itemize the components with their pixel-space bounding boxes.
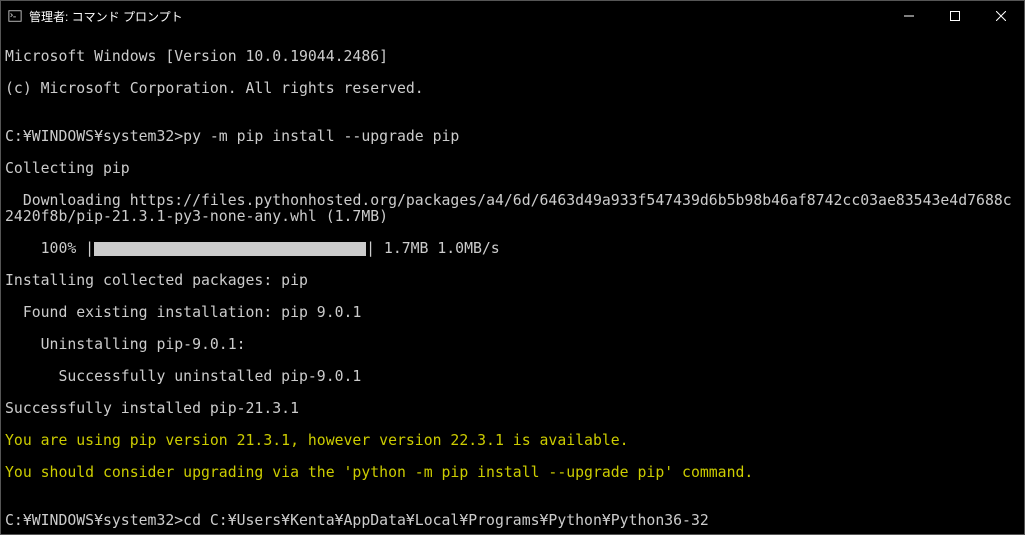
output-line: Microsoft Windows [Version 10.0.19044.24… [5, 49, 1020, 65]
output-line: Found existing installation: pip 9.0.1 [5, 305, 1020, 321]
command-prompt-window: 管理者: コマンド プロンプト Microsoft Windows [Versi… [0, 0, 1025, 535]
output-line: Installing collected packages: pip [5, 273, 1020, 289]
output-line: Successfully uninstalled pip-9.0.1 [5, 369, 1020, 385]
terminal-output[interactable]: Microsoft Windows [Version 10.0.19044.24… [1, 31, 1024, 534]
output-line: 100% || 1.7MB 1.0MB/s [5, 241, 1020, 257]
output-line: (c) Microsoft Corporation. All rights re… [5, 81, 1020, 97]
command-prompt-icon [7, 8, 23, 24]
output-line: Uninstalling pip-9.0.1: [5, 337, 1020, 353]
output-line: Collecting pip [5, 161, 1020, 177]
output-line: Downloading https://files.pythonhosted.o… [5, 193, 1020, 225]
output-line: C:¥WINDOWS¥system32>py -m pip install --… [5, 129, 1020, 145]
output-line-warning: You should consider upgrading via the 'p… [5, 465, 1020, 481]
titlebar[interactable]: 管理者: コマンド プロンプト [1, 1, 1024, 31]
output-line-warning: You are using pip version 21.3.1, howeve… [5, 433, 1020, 449]
maximize-button[interactable] [932, 1, 978, 31]
titlebar-buttons [886, 1, 1024, 31]
progress-bar [94, 242, 366, 256]
output-line: C:¥WINDOWS¥system32>cd C:¥Users¥Kenta¥Ap… [5, 513, 1020, 529]
output-line: Successfully installed pip-21.3.1 [5, 401, 1020, 417]
minimize-button[interactable] [886, 1, 932, 31]
close-button[interactable] [978, 1, 1024, 31]
titlebar-text: 管理者: コマンド プロンプト [29, 8, 886, 25]
